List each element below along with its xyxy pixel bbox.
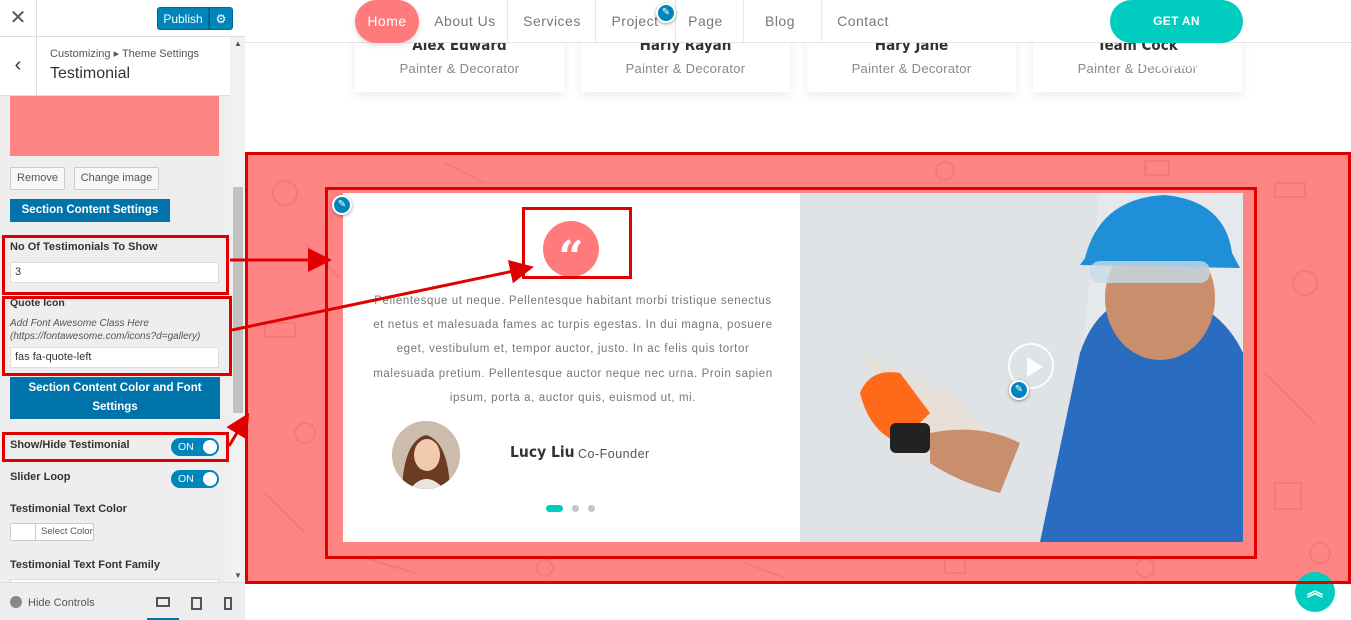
section-content-settings-button[interactable]: Section Content Settings xyxy=(10,199,170,222)
tablet-icon[interactable] xyxy=(180,591,212,620)
num-testimonials-input[interactable]: 3 xyxy=(10,262,219,283)
quote-icon-input[interactable]: fas fa-quote-left xyxy=(10,347,219,368)
scroll-up-arrow-icon[interactable]: ▲ xyxy=(231,39,245,48)
nav-divider xyxy=(595,0,596,43)
section-header: ‹ Customizing ▸ Theme Settings Testimoni… xyxy=(0,37,230,96)
desktop-icon[interactable] xyxy=(147,591,179,620)
select-color-button[interactable]: Select Color xyxy=(10,523,94,541)
quote-left-icon: “ xyxy=(543,221,599,283)
hide-controls-label: Hide Controls xyxy=(28,597,95,609)
author-role: Co-Founder xyxy=(578,447,650,461)
team-member-role: Painter & Decorator xyxy=(625,61,746,76)
color-chip xyxy=(11,524,36,540)
text-color-label: Testimonial Text Color xyxy=(10,503,127,515)
customizer-sidebar: ✕ Publish ⚙ ‹ Customizing ▸ Theme Settin… xyxy=(0,0,245,620)
edit-pencil-icon[interactable]: ✎ xyxy=(332,195,352,215)
close-icon[interactable]: ✕ xyxy=(0,0,37,37)
nav-contact[interactable]: Contact xyxy=(833,0,893,43)
remove-image-button[interactable]: Remove xyxy=(10,167,65,190)
nav-divider xyxy=(675,0,676,43)
play-triangle xyxy=(1027,357,1043,377)
team-member-role: Painter & Decorator xyxy=(399,61,520,76)
author-name: Lucy Liu xyxy=(510,443,575,461)
toggle-knob xyxy=(203,472,217,486)
nav-blog[interactable]: Blog xyxy=(755,0,805,43)
customizer-footer: Hide Controls xyxy=(0,582,245,620)
nav-home[interactable]: Home xyxy=(355,0,419,43)
slider-dot[interactable] xyxy=(588,505,595,512)
author-photo xyxy=(392,421,460,489)
edit-pencil-icon[interactable]: ✎ xyxy=(1009,380,1029,400)
testimonial-text: Pellentesque ut neque. Pellentesque habi… xyxy=(373,295,773,404)
section-title: Testimonial xyxy=(50,65,131,82)
get-appointment-button[interactable]: GET AN APPOINTMENT xyxy=(1110,0,1243,71)
site-preview: Alex Edward Painter & Decorator Harly Ra… xyxy=(245,0,1351,620)
avatar xyxy=(392,421,460,489)
nav-page[interactable]: Page xyxy=(683,0,728,43)
slider-loop-toggle[interactable]: ON xyxy=(171,470,219,488)
slider-loop-label: Slider Loop xyxy=(10,471,71,483)
customizer-topbar: ✕ Publish ⚙ xyxy=(0,0,245,37)
nav-divider xyxy=(821,0,822,43)
toggle-state: ON xyxy=(178,473,194,485)
slider-dot-active[interactable] xyxy=(546,505,563,512)
nav-divider xyxy=(507,0,508,43)
scroll-down-arrow-icon[interactable]: ▼ xyxy=(231,571,245,580)
chevron-left-icon[interactable]: ‹ xyxy=(0,37,37,95)
nav-services[interactable]: Services xyxy=(517,0,587,43)
testimonial-card: “ Pellentesque ut neque. Pellentesque ha… xyxy=(332,193,800,542)
nav-project[interactable]: Project xyxy=(605,0,665,43)
breadcrumb: Customizing ▸ Theme Settings xyxy=(50,48,199,60)
gear-icon[interactable]: ⚙ xyxy=(209,7,233,30)
nav-divider xyxy=(743,0,744,43)
slider-dot[interactable] xyxy=(572,505,579,512)
scrollbar-thumb[interactable] xyxy=(233,187,243,413)
main-navigation: Home About Us Services Project Page Blog… xyxy=(245,0,1351,71)
hide-controls-button[interactable]: Hide Controls xyxy=(10,596,95,609)
worker-video-thumbnail[interactable]: ✎ xyxy=(800,193,1243,542)
double-chevron-up-icon[interactable]: ︽ xyxy=(1295,572,1335,612)
change-image-button[interactable]: Change image xyxy=(74,167,159,190)
select-color-label: Select Color xyxy=(41,526,93,537)
quote-icon-label: Quote Icon xyxy=(10,297,65,309)
testimonial-section: “ Pellentesque ut neque. Pellentesque ha… xyxy=(245,153,1351,583)
show-hide-testimonial-label: Show/Hide Testimonial xyxy=(10,439,130,451)
show-hide-toggle[interactable]: ON xyxy=(171,438,219,456)
num-testimonials-label: No Of Testimonials To Show xyxy=(10,241,158,253)
mobile-icon[interactable] xyxy=(212,591,244,620)
quote-icon-description: Add Font Awesome Class Here (https://fon… xyxy=(10,318,201,342)
team-member-role: Painter & Decorator xyxy=(851,61,972,76)
color-font-settings-button[interactable]: Section Content Color and Font Settings xyxy=(10,377,220,419)
toggle-knob xyxy=(203,440,217,454)
background-image-preview xyxy=(10,96,219,156)
text-font-family-label: Testimonial Text Font Family xyxy=(10,559,160,571)
controls-panel: Remove Change image Section Content Sett… xyxy=(0,96,230,582)
edit-pencil-icon[interactable]: ✎ xyxy=(656,3,676,23)
toggle-state: ON xyxy=(178,441,194,453)
sidebar-scrollbar[interactable]: ▲ ▼ xyxy=(231,37,245,582)
nav-about-us[interactable]: About Us xyxy=(429,0,501,43)
publish-button[interactable]: Publish xyxy=(157,7,209,30)
collapse-icon xyxy=(10,596,22,608)
